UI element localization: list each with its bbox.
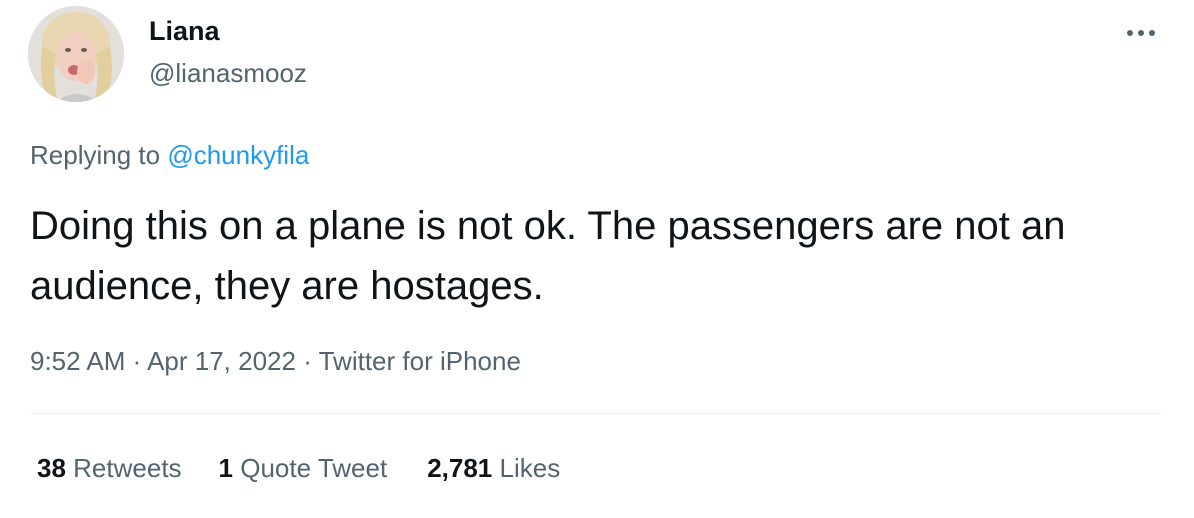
retweets-stat[interactable]: 38 Retweets <box>37 450 182 486</box>
likes-stat[interactable]: 2,781 Likes <box>427 450 560 486</box>
tweet-metadata: 9:52 AM · Apr 17, 2022 · Twitter for iPh… <box>30 344 521 378</box>
quote-tweets-stat[interactable]: 1 Quote Tweet <box>219 450 388 486</box>
retweets-count: 38 <box>37 453 66 483</box>
retweets-label: Retweets <box>73 453 182 483</box>
replying-to-label: Replying to <box>30 140 168 170</box>
quote-tweets-label: Quote Tweet <box>240 453 388 483</box>
tweet-card: Liana @lianasmooz Replying to @chunkyfil… <box>0 0 1194 518</box>
profile-photo-icon <box>28 6 124 102</box>
tweet-date[interactable]: Apr 17, 2022 <box>147 346 296 376</box>
more-options-button[interactable] <box>1118 16 1164 50</box>
engagement-stats: 38 Retweets 1 Quote Tweet 2,781 Likes <box>37 450 560 486</box>
avatar[interactable] <box>28 6 124 102</box>
user-handle[interactable]: @lianasmooz <box>149 56 307 90</box>
quote-tweets-count: 1 <box>218 453 234 483</box>
ellipsis-horizontal-icon <box>1127 30 1155 36</box>
meta-separator: · <box>295 346 319 376</box>
divider <box>30 413 1161 414</box>
likes-count: 2,781 <box>427 453 493 483</box>
display-name[interactable]: Liana <box>149 14 220 48</box>
replying-to: Replying to @chunkyfila <box>30 138 309 172</box>
tweet-time[interactable]: 9:52 AM <box>30 346 125 376</box>
likes-label: Likes <box>499 453 561 483</box>
tweet-source[interactable]: Twitter for iPhone <box>319 346 521 376</box>
reply-mention-link[interactable]: @chunkyfila <box>167 140 309 170</box>
meta-separator: · <box>125 346 148 376</box>
tweet-text: Doing this on a plane is not ok. The pas… <box>30 204 1066 308</box>
